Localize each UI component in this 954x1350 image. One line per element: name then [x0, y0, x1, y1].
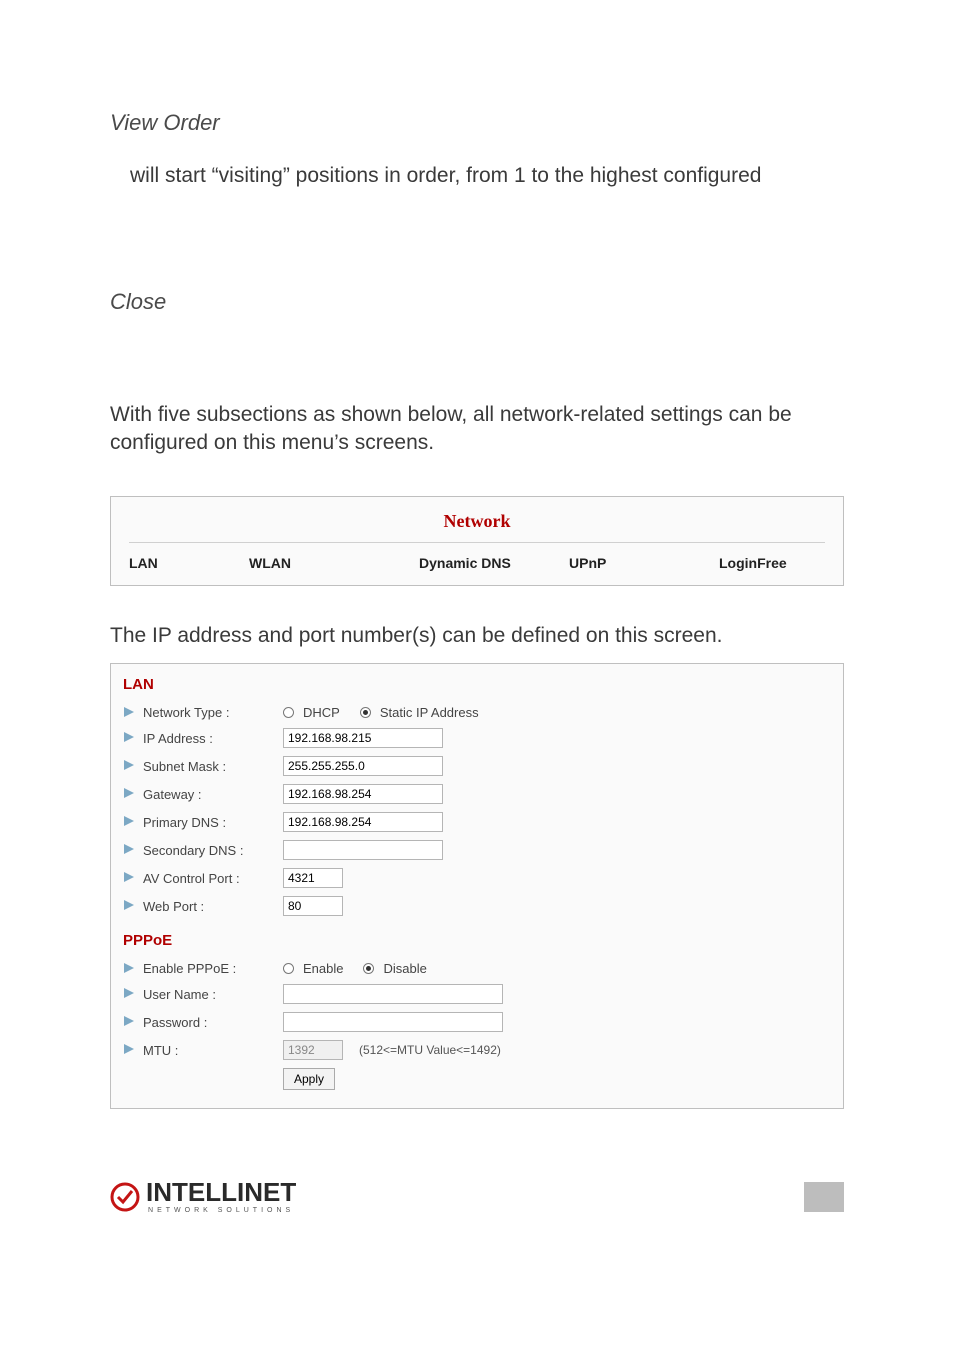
row-network-type: Network Type : DHCP Static IP Address — [123, 701, 831, 724]
bullet-icon — [123, 731, 137, 745]
lan-section-label: LAN — [123, 676, 831, 693]
label-primary-dns: Primary DNS : — [143, 815, 283, 830]
divider — [129, 542, 825, 543]
row-subnet-mask: Subnet Mask : — [123, 752, 831, 780]
bullet-icon — [123, 962, 137, 976]
row-ip-address: IP Address : — [123, 724, 831, 752]
label-subnet-mask: Subnet Mask : — [143, 759, 283, 774]
radio-dhcp-label: DHCP — [303, 705, 340, 720]
bullet-icon — [123, 1015, 137, 1029]
radio-static-ip-label: Static IP Address — [380, 705, 479, 720]
apply-button[interactable]: Apply — [283, 1068, 335, 1090]
input-mtu — [283, 1040, 343, 1060]
label-mtu: MTU : — [143, 1043, 283, 1058]
input-av-port[interactable] — [283, 868, 343, 888]
radio-pppoe-disable[interactable] — [363, 963, 374, 974]
input-primary-dns[interactable] — [283, 812, 443, 832]
mtu-hint: (512<=MTU Value<=1492) — [359, 1043, 501, 1057]
label-ip-address: IP Address : — [143, 731, 283, 746]
row-apply: Apply — [123, 1064, 831, 1094]
close-heading: Close — [110, 289, 844, 315]
logo-tagline: NETWORK SOLUTIONS — [146, 1207, 296, 1214]
network-tabs-figure: Network LAN WLAN Dynamic DNS UPnP LoginF… — [110, 496, 844, 586]
bullet-icon — [123, 987, 137, 1001]
radio-pppoe-disable-label: Disable — [383, 961, 426, 976]
tab-loginfree[interactable]: LoginFree — [719, 555, 787, 571]
network-intro: With five subsections as shown below, al… — [110, 401, 844, 456]
row-gateway: Gateway : — [123, 780, 831, 808]
view-order-heading: View Order — [110, 110, 844, 136]
bullet-icon — [123, 815, 137, 829]
input-web-port[interactable] — [283, 896, 343, 916]
tab-wlan[interactable]: WLAN — [249, 555, 419, 571]
input-subnet-mask[interactable] — [283, 756, 443, 776]
row-password: Password : — [123, 1008, 831, 1036]
row-web-port: Web Port : — [123, 892, 831, 920]
input-password[interactable] — [283, 1012, 503, 1032]
bullet-icon — [123, 843, 137, 857]
bullet-icon — [123, 759, 137, 773]
row-primary-dns: Primary DNS : — [123, 808, 831, 836]
row-username: User Name : — [123, 980, 831, 1008]
row-enable-pppoe: Enable PPPoE : Enable Disable — [123, 957, 831, 980]
logo-mark-icon — [110, 1182, 140, 1212]
label-web-port: Web Port : — [143, 899, 283, 914]
view-order-body: will start “visiting” positions in order… — [110, 162, 844, 189]
bullet-icon — [123, 1043, 137, 1057]
label-gateway: Gateway : — [143, 787, 283, 802]
radio-dhcp[interactable] — [283, 707, 294, 718]
bullet-icon — [123, 871, 137, 885]
network-title: Network — [111, 497, 843, 542]
page-marker — [804, 1182, 844, 1212]
bullet-icon — [123, 706, 137, 720]
label-enable-pppoe: Enable PPPoE : — [143, 961, 283, 976]
bullet-icon — [123, 787, 137, 801]
bullet-icon — [123, 899, 137, 913]
radio-pppoe-enable-label: Enable — [303, 961, 343, 976]
logo-brand: INTELLINET — [146, 1179, 296, 1205]
brand-logo: INTELLINET NETWORK SOLUTIONS — [110, 1179, 296, 1214]
lan-config-figure: LAN Network Type : DHCP Static IP Addres… — [110, 663, 844, 1109]
input-username[interactable] — [283, 984, 503, 1004]
radio-pppoe-enable[interactable] — [283, 963, 294, 974]
label-password: Password : — [143, 1015, 283, 1030]
tab-dynamic-dns[interactable]: Dynamic DNS — [419, 555, 569, 571]
label-username: User Name : — [143, 987, 283, 1002]
input-secondary-dns[interactable] — [283, 840, 443, 860]
lan-intro: The IP address and port number(s) can be… — [110, 622, 844, 649]
label-secondary-dns: Secondary DNS : — [143, 843, 283, 858]
row-secondary-dns: Secondary DNS : — [123, 836, 831, 864]
label-network-type: Network Type : — [143, 705, 283, 720]
pppoe-section-label: PPPoE — [123, 932, 831, 949]
tab-lan[interactable]: LAN — [129, 555, 249, 571]
tab-upnp[interactable]: UPnP — [569, 555, 719, 571]
radio-static-ip[interactable] — [360, 707, 371, 718]
row-av-control-port: AV Control Port : — [123, 864, 831, 892]
input-gateway[interactable] — [283, 784, 443, 804]
input-ip-address[interactable] — [283, 728, 443, 748]
label-av-port: AV Control Port : — [143, 871, 283, 886]
row-mtu: MTU : (512<=MTU Value<=1492) — [123, 1036, 831, 1064]
